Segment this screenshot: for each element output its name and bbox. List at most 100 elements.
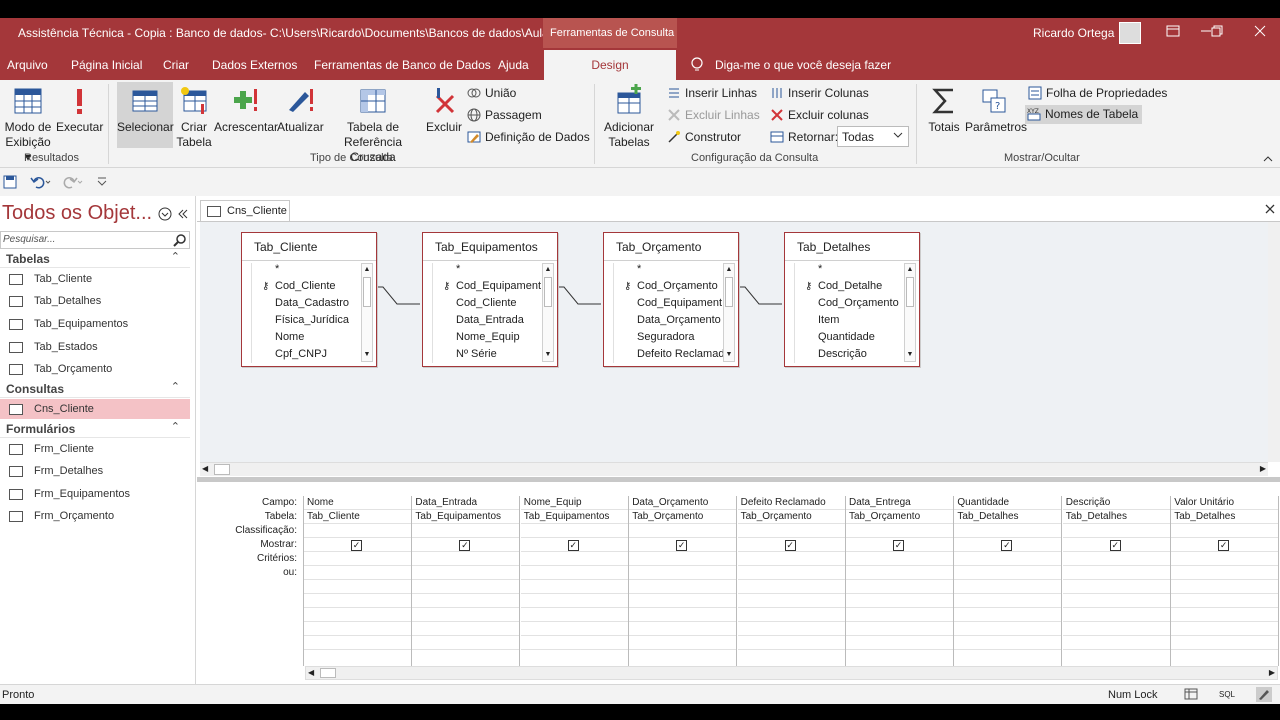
collapse-nav-icon[interactable] xyxy=(177,207,189,224)
grid-cell-or[interactable] xyxy=(846,580,953,594)
user-name[interactable]: Ricardo Ortega xyxy=(1033,26,1114,40)
show-checkbox[interactable]: ✓ xyxy=(784,540,796,551)
totals-button[interactable]: Totais xyxy=(925,86,963,135)
collapse-section-icon[interactable]: ⌃ xyxy=(171,420,180,433)
tab-design[interactable]: Design xyxy=(544,50,676,80)
scroll-thumb[interactable] xyxy=(320,668,336,678)
field-item[interactable]: Data_Entrada xyxy=(433,314,542,331)
grid-cell-or[interactable] xyxy=(846,622,953,636)
nav-item-tab-detalhes[interactable]: Tab_Detalhes xyxy=(0,291,190,311)
grid-cell-or[interactable] xyxy=(304,608,411,622)
diagram-vertical-scrollbar[interactable] xyxy=(1268,222,1280,462)
grid-cell-sort[interactable] xyxy=(954,524,1062,538)
collapse-section-icon[interactable]: ⌃ xyxy=(171,250,180,263)
field-item[interactable]: Nº Série xyxy=(433,348,542,363)
grid-column[interactable]: Data_Entrada Tab_Equipamentos ✓ xyxy=(412,496,521,666)
grid-cell-field[interactable]: Descrição xyxy=(1062,496,1170,510)
grid-column[interactable]: Descrição Tab_Detalhes ✓ xyxy=(1062,496,1171,666)
scroll-left-icon[interactable]: ◀ xyxy=(308,668,314,677)
nav-item-tab-estados[interactable]: Tab_Estados xyxy=(0,337,190,357)
show-checkbox[interactable]: ✓ xyxy=(459,540,471,551)
field-list-scrollbar[interactable]: ▲ ▼ xyxy=(361,263,373,362)
restore-icon[interactable] xyxy=(1209,24,1225,40)
grid-cell-field[interactable]: Data_Orçamento xyxy=(629,496,737,510)
grid-cell-or[interactable] xyxy=(737,566,845,580)
customize-qat-icon[interactable] xyxy=(96,175,108,192)
grid-cell-criteria[interactable] xyxy=(629,552,737,566)
grid-cell-or[interactable] xyxy=(1171,566,1279,580)
nav-item-tab-equipamentos[interactable]: Tab_Equipamentos xyxy=(0,314,190,334)
grid-cell-or[interactable] xyxy=(520,566,628,580)
grid-cell-or[interactable] xyxy=(520,594,628,608)
field-item[interactable]: * xyxy=(252,263,361,280)
grid-cell-or[interactable] xyxy=(520,580,628,594)
sql-view-icon[interactable]: SQL xyxy=(1219,690,1235,699)
grid-horizontal-scrollbar[interactable]: ◀ ▶ xyxy=(305,666,1278,680)
grid-cell-criteria[interactable] xyxy=(304,552,411,566)
grid-cell-or[interactable] xyxy=(629,566,737,580)
grid-cell-sort[interactable] xyxy=(304,524,411,538)
passthrough-button[interactable]: Passagem xyxy=(467,108,542,123)
grid-cell-criteria[interactable] xyxy=(737,552,845,566)
field-item[interactable]: * xyxy=(614,263,723,280)
grid-cell-table[interactable]: Tab_Detalhes xyxy=(1171,510,1279,524)
grid-cell-or[interactable] xyxy=(304,622,411,636)
scroll-down-icon[interactable]: ▼ xyxy=(724,349,734,361)
scroll-thumb[interactable] xyxy=(214,464,230,475)
grid-cell-or[interactable] xyxy=(520,622,628,636)
nav-section-tabelas[interactable]: Tabelas ⌃ xyxy=(0,250,190,268)
grid-cell-or[interactable] xyxy=(304,636,411,650)
grid-cell-or[interactable] xyxy=(846,636,953,650)
nav-header[interactable]: Todos os Objet... xyxy=(2,202,152,225)
grid-cell-sort[interactable] xyxy=(846,524,953,538)
data-definition-button[interactable]: Definição de Dados xyxy=(467,130,590,145)
grid-cell-or[interactable] xyxy=(1062,580,1170,594)
grid-cell-criteria[interactable] xyxy=(954,552,1062,566)
grid-cell-sort[interactable] xyxy=(737,524,845,538)
grid-cell-or[interactable] xyxy=(629,622,737,636)
datasheet-view-icon[interactable] xyxy=(1184,688,1198,703)
nav-item-cns-cliente[interactable]: Cns_Cliente xyxy=(0,399,190,419)
field-item[interactable]: * xyxy=(433,263,542,280)
scroll-thumb[interactable] xyxy=(363,277,371,307)
nav-item-frm-cliente[interactable]: Frm_Cliente xyxy=(0,439,190,459)
nav-item-tab-orcamento[interactable]: Tab_Orçamento xyxy=(0,359,190,379)
query-design-grid[interactable]: Nome Tab_Cliente ✓ Data_Entrada Tab_Equipame… xyxy=(303,496,1280,666)
field-item[interactable]: Descrição xyxy=(795,348,904,363)
grid-cell-field[interactable]: Nome_Equip xyxy=(520,496,628,510)
nav-item-frm-equipamentos[interactable]: Frm_Equipamentos xyxy=(0,484,190,504)
close-document-icon[interactable] xyxy=(1264,202,1276,218)
search-icon[interactable] xyxy=(173,233,187,250)
grid-cell-field[interactable]: Quantidade xyxy=(954,496,1062,510)
scroll-left-icon[interactable]: ◀ xyxy=(202,464,208,473)
field-item[interactable]: Data_Orçamento xyxy=(614,314,723,331)
nav-item-frm-detalhes[interactable]: Frm_Detalhes xyxy=(0,461,190,481)
builder-button[interactable]: Construtor xyxy=(667,130,741,145)
tell-me-search[interactable]: Diga-me o que você deseja fazer xyxy=(715,58,891,72)
delete-button[interactable]: Excluir xyxy=(424,86,464,135)
insert-rows-button[interactable]: Inserir Linhas xyxy=(667,86,757,101)
grid-cell-or[interactable] xyxy=(412,622,520,636)
grid-cell-or[interactable] xyxy=(1171,636,1279,650)
collapse-section-icon[interactable]: ⌃ xyxy=(171,380,180,393)
grid-cell-or[interactable] xyxy=(1171,608,1279,622)
scroll-thumb[interactable] xyxy=(725,277,733,307)
run-button[interactable]: Executar xyxy=(56,86,103,135)
field-item[interactable]: Seguradora xyxy=(614,331,723,348)
tab-criar[interactable]: Criar xyxy=(163,58,189,72)
grid-cell-sort[interactable] xyxy=(412,524,520,538)
grid-column[interactable]: Nome Tab_Cliente ✓ xyxy=(304,496,412,666)
close-icon[interactable] xyxy=(1252,24,1268,40)
field-item[interactable]: Cod_Cliente xyxy=(433,297,542,314)
grid-cell-table[interactable]: Tab_Orçamento xyxy=(846,510,953,524)
union-button[interactable]: União xyxy=(467,86,516,101)
grid-cell-field[interactable]: Nome xyxy=(304,496,411,510)
grid-cell-table[interactable]: Tab_Equipamentos xyxy=(412,510,520,524)
insert-columns-button[interactable]: Inserir Colunas xyxy=(770,86,869,101)
nav-menu-chevron-icon[interactable] xyxy=(158,207,172,224)
field-item-key[interactable]: ⚷ Cod_Detalhe xyxy=(795,280,904,297)
scroll-right-icon[interactable]: ▶ xyxy=(1260,464,1266,473)
grid-cell-or[interactable] xyxy=(954,636,1062,650)
grid-cell-or[interactable] xyxy=(412,594,520,608)
grid-cell-or[interactable] xyxy=(520,608,628,622)
